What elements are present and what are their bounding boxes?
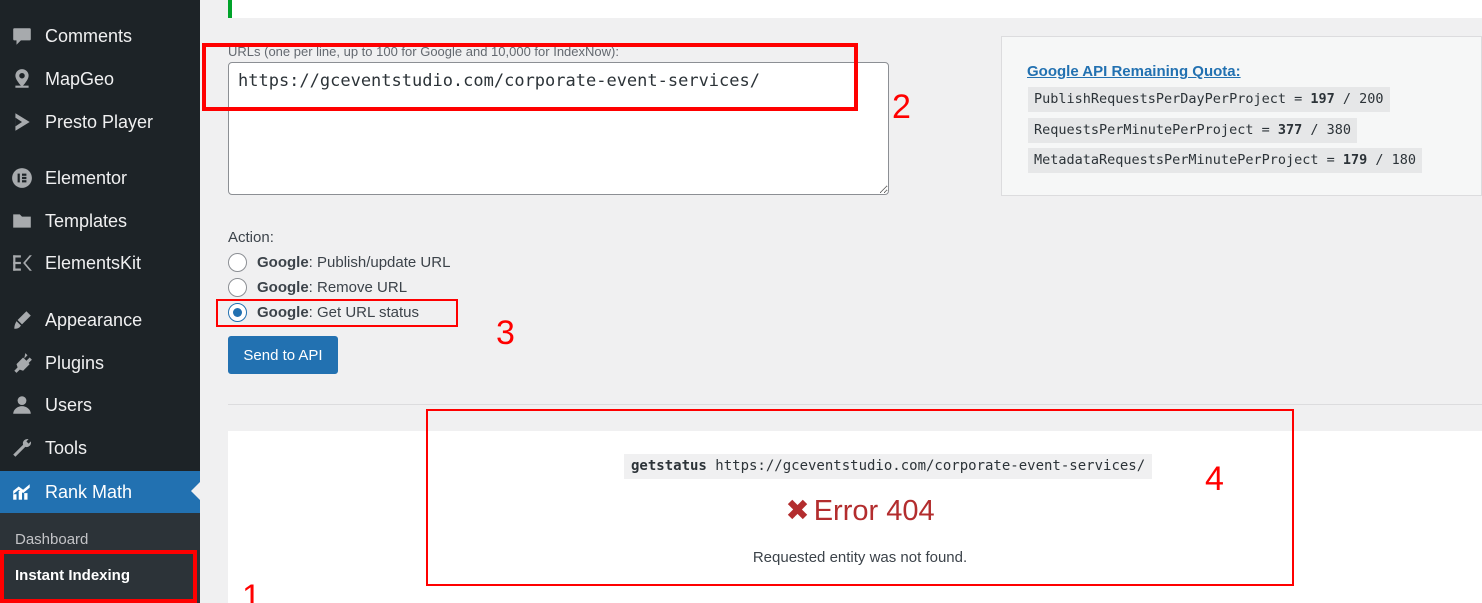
quota-eq: = <box>1253 122 1278 138</box>
sidebar-item-tools[interactable]: Tools <box>0 428 200 468</box>
quota-name: PublishRequestsPerDayPerProject <box>1034 91 1286 107</box>
sidebar-item-comments[interactable]: Comments <box>0 16 200 56</box>
option-provider: Google <box>257 254 309 271</box>
sidebar-item-plugins[interactable]: Plugins <box>0 343 200 383</box>
sidebar-item-label: MapGeo <box>45 68 115 89</box>
annotation-box-3 <box>216 299 458 327</box>
option-text: : Publish/update URL <box>308 254 451 271</box>
sidebar-item-mapgeo[interactable]: MapGeo <box>0 59 200 99</box>
quota-remaining: 179 <box>1342 152 1368 168</box>
brush-icon <box>10 308 34 332</box>
quota-eq: = <box>1318 152 1343 168</box>
quota-sep: / <box>1334 91 1360 107</box>
presto-play-icon <box>10 110 34 134</box>
comment-icon <box>10 24 34 48</box>
sidebar-item-label: Rank Math <box>45 481 133 502</box>
quota-limit: 180 <box>1391 152 1417 168</box>
radio-publish[interactable] <box>228 253 247 272</box>
submenu-item-dashboard[interactable]: Dashboard <box>15 531 88 548</box>
send-to-api-button[interactable]: Send to API <box>228 336 338 374</box>
admin-notice <box>228 0 1482 18</box>
wrench-icon <box>10 436 34 460</box>
quota-row: PublishRequestsPerDayPerProject = 197 / … <box>1028 87 1390 112</box>
quota-limit: 200 <box>1359 91 1384 107</box>
user-icon <box>10 393 34 417</box>
option-provider: Google <box>257 279 309 296</box>
elementor-icon <box>10 166 34 190</box>
rank-math-icon <box>10 480 34 504</box>
section-divider <box>228 404 1482 405</box>
sidebar-item-users[interactable]: Users <box>0 385 200 425</box>
sidebar-item-appearance[interactable]: Appearance <box>0 300 200 340</box>
sidebar-item-rank-math[interactable]: Rank Math <box>0 471 200 513</box>
quota-limit: 380 <box>1326 122 1352 138</box>
sidebar-item-elementskit[interactable]: ElementsKit <box>0 243 200 283</box>
sidebar-item-label: Tools <box>45 437 88 458</box>
sidebar-item-presto-player[interactable]: Presto Player <box>0 102 200 142</box>
sidebar-item-label: Templates <box>45 210 128 231</box>
quota-sep: / <box>1367 152 1392 168</box>
elementskit-icon <box>10 251 34 275</box>
annotation-number-1: 1 <box>242 578 261 603</box>
quota-name: RequestsPerMinutePerProject <box>1034 122 1254 138</box>
action-label: Action: <box>228 229 274 246</box>
folder-icon <box>10 209 34 233</box>
annotation-box-2 <box>202 43 858 111</box>
sidebar-item-elementor[interactable]: Elementor <box>0 158 200 198</box>
action-option-remove[interactable]: Google: Remove URL <box>228 278 407 297</box>
map-pin-icon <box>10 67 34 91</box>
quota-remaining: 377 <box>1277 122 1303 138</box>
quota-row: RequestsPerMinutePerProject = 377 / 380 <box>1028 118 1358 143</box>
quota-panel: Google API Remaining Quota: PublishReque… <box>1001 36 1482 196</box>
sidebar-item-label: Users <box>45 394 93 415</box>
sidebar-item-label: Presto Player <box>45 111 154 132</box>
annotation-number-4: 4 <box>1205 460 1224 498</box>
radio-remove[interactable] <box>228 278 247 297</box>
quota-title-link[interactable]: Google API Remaining Quota: <box>1027 63 1241 80</box>
quota-eq: = <box>1285 91 1311 107</box>
sidebar-item-label: Elementor <box>45 167 128 188</box>
quota-name: MetadataRequestsPerMinutePerProject <box>1034 152 1319 168</box>
option-text: : Remove URL <box>308 279 408 296</box>
sidebar-item-label: Plugins <box>45 352 105 373</box>
annotation-number-3: 3 <box>496 314 515 352</box>
quota-row: MetadataRequestsPerMinutePerProject = 17… <box>1028 148 1423 173</box>
annotation-number-2: 2 <box>892 88 911 126</box>
admin-sidebar: Comments MapGeo Presto Player Elementor … <box>0 0 200 603</box>
quota-remaining: 197 <box>1310 91 1335 107</box>
sidebar-item-label: ElementsKit <box>45 252 142 273</box>
annotation-box-4 <box>426 409 1294 586</box>
quota-sep: / <box>1302 122 1327 138</box>
sidebar-item-label: Comments <box>45 25 133 46</box>
annotation-box-1 <box>0 550 197 603</box>
sidebar-item-templates[interactable]: Templates <box>0 201 200 241</box>
plug-icon <box>10 351 34 375</box>
sidebar-item-label: Appearance <box>45 309 143 330</box>
action-option-publish[interactable]: Google: Publish/update URL <box>228 253 450 272</box>
